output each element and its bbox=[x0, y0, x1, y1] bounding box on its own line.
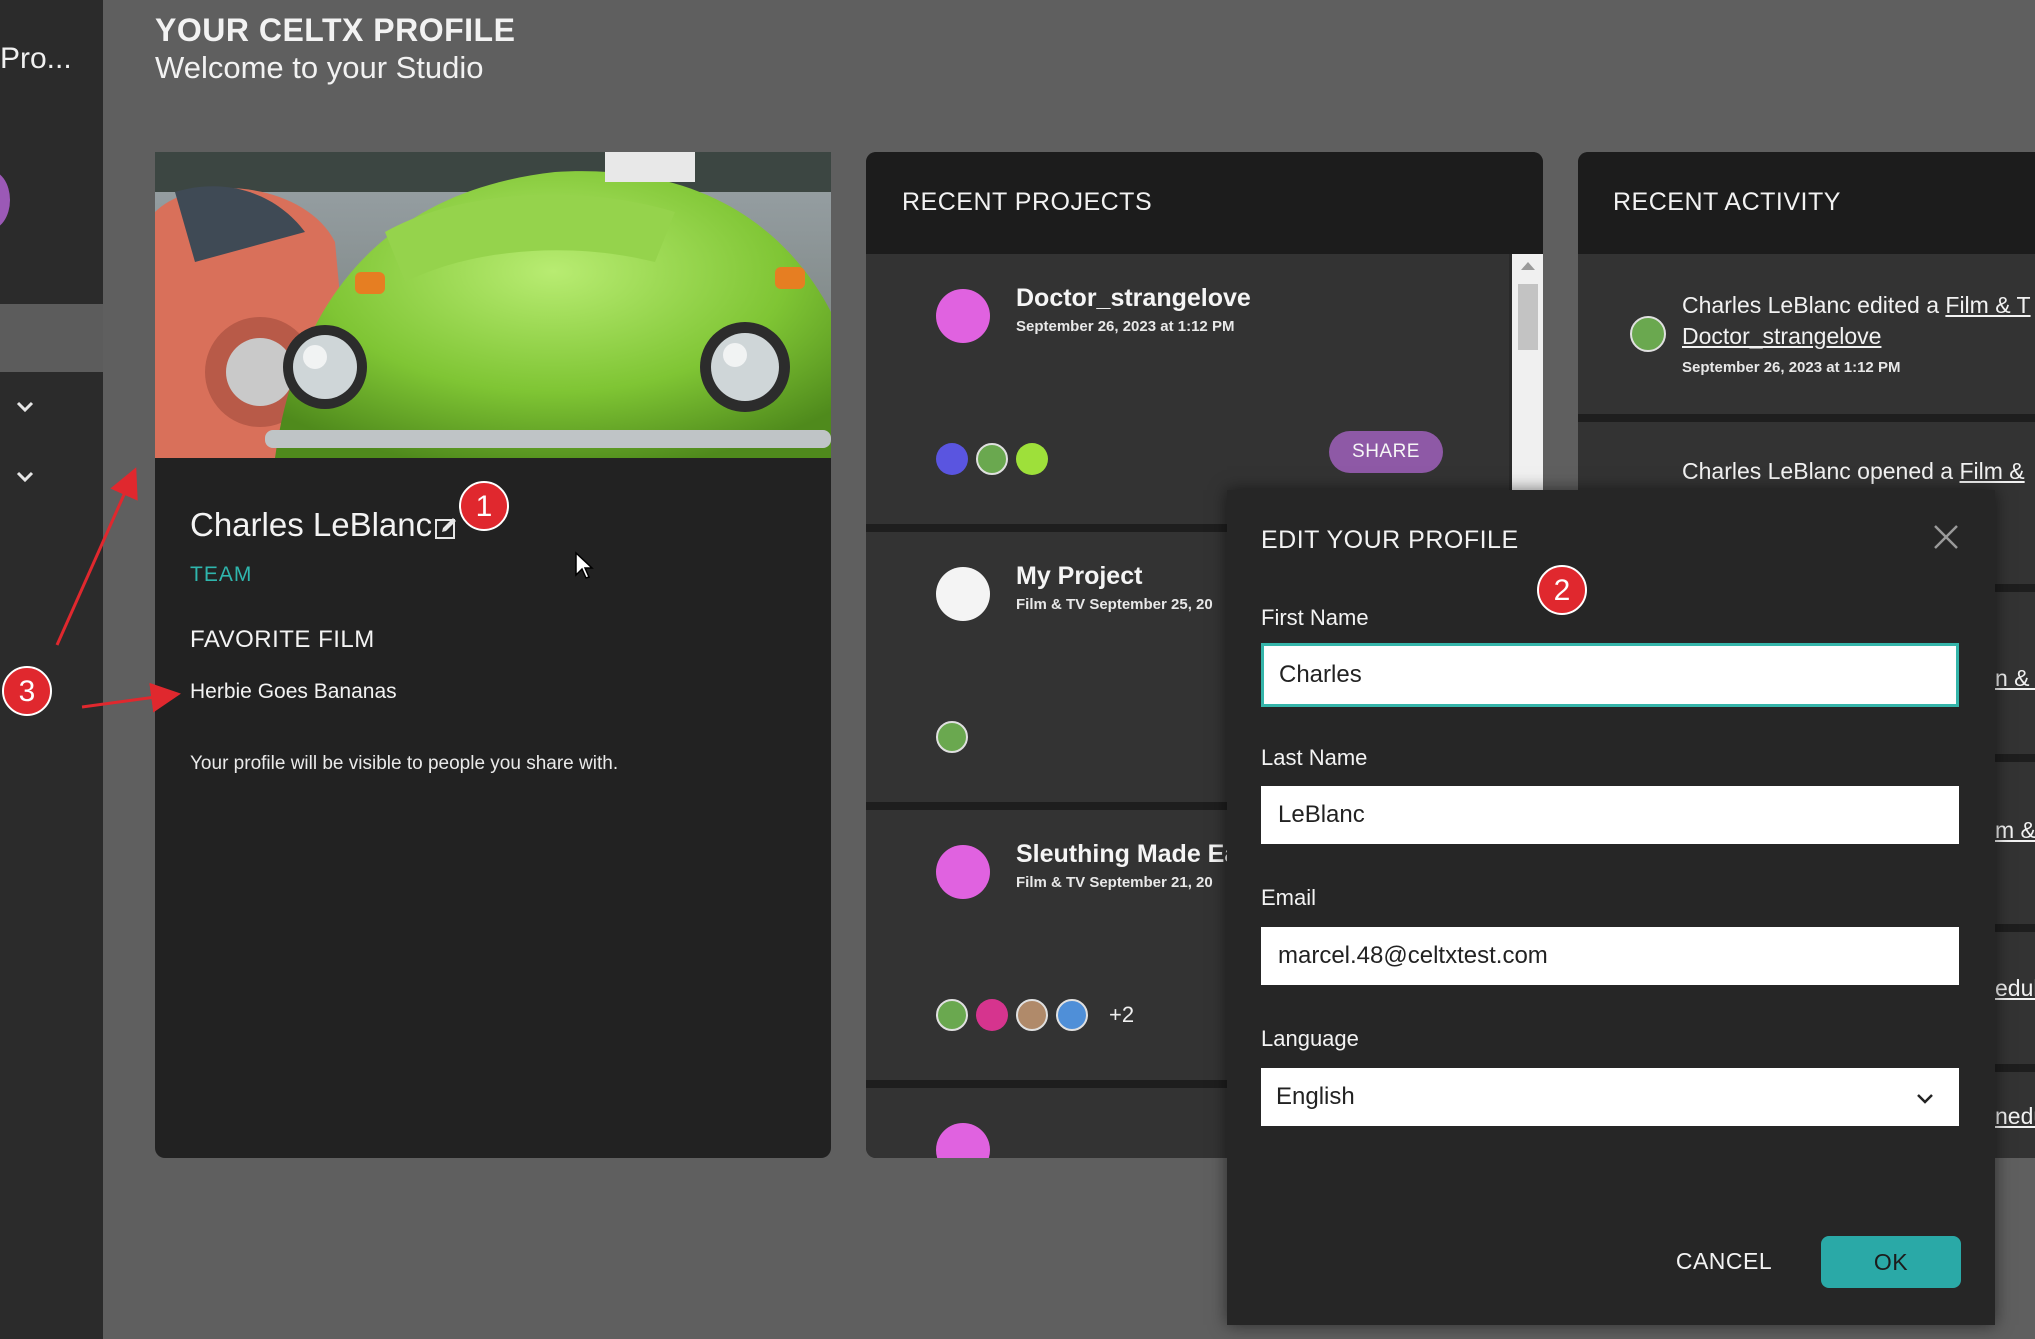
annotation-badge: 2 bbox=[1537, 565, 1587, 615]
annotation-badge: 1 bbox=[459, 481, 509, 531]
mouse-cursor-icon bbox=[575, 551, 594, 579]
annotation-badge: 3 bbox=[2, 666, 52, 716]
annotation-arrows bbox=[55, 467, 181, 713]
